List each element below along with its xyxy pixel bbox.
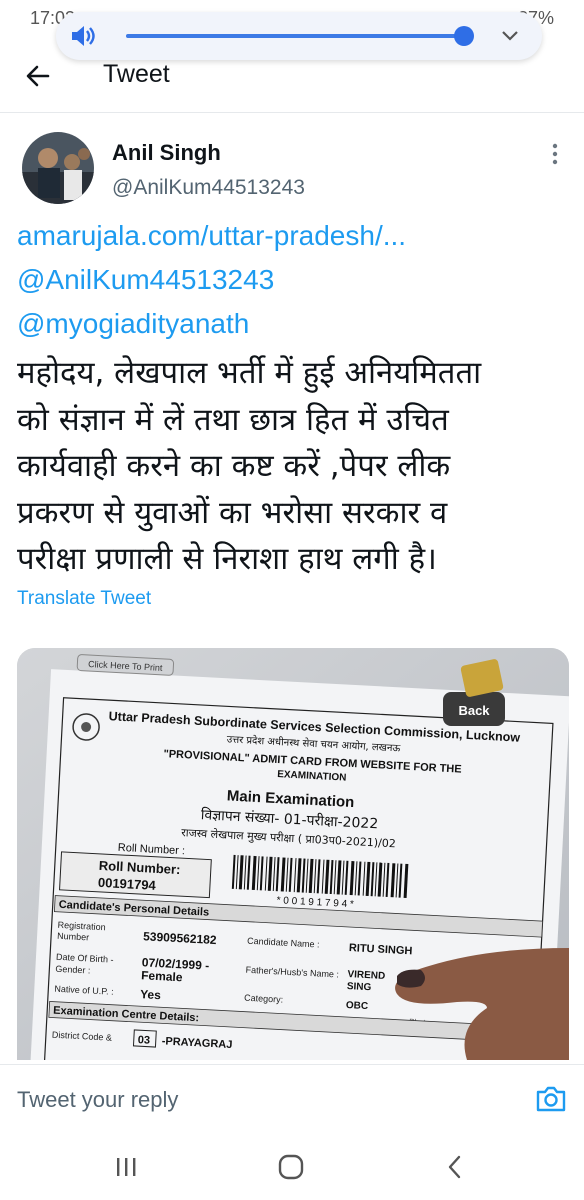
more-options-icon[interactable] <box>549 142 561 166</box>
mention-link[interactable]: @myogiadityanath <box>17 308 249 340</box>
father-name: VIREND <box>347 969 385 982</box>
mention-link[interactable]: @AnilKum44513243 <box>17 264 274 296</box>
tweet-text: महोदय, लेखपाल भर्ती में हुई अनियमितता को… <box>17 350 577 583</box>
native-value: Yes <box>140 987 162 1002</box>
reply-input[interactable]: Tweet your reply <box>17 1087 178 1113</box>
home-icon[interactable] <box>276 1154 306 1180</box>
tweet-text-line: कार्यवाही करने का कष्ट करें ,पेपर लीक <box>17 448 451 484</box>
tweet-text-line: को संज्ञान में लें तथा छात्र हित में उचि… <box>17 401 449 438</box>
gender: Female <box>141 968 183 984</box>
tweet-text-line: परीक्षा प्रणाली से निराशा हाथ लगी है। <box>17 541 437 577</box>
media-volume-panel[interactable] <box>56 12 542 60</box>
back-button-sticker: Back <box>443 692 505 726</box>
system-back-icon[interactable] <box>440 1152 470 1182</box>
roll-number-value: 00191794 <box>98 875 157 893</box>
district-code: 03 <box>137 1034 150 1047</box>
header-divider <box>0 112 584 113</box>
avatar[interactable] <box>22 132 94 204</box>
tweet-text-line: प्रकरण से युवाओं का भरोसा सरकार व <box>17 494 448 531</box>
camera-icon[interactable] <box>534 1083 568 1115</box>
tweet-text-line: महोदय, लेखपाल भर्ती में हुई अनियमितता <box>17 355 482 391</box>
field-label: Gender : <box>55 964 91 976</box>
field-label: Number <box>57 931 89 943</box>
system-navigation-bar <box>0 1134 584 1200</box>
speaker-icon[interactable] <box>70 24 96 48</box>
tweet-link[interactable]: amarujala.com/uttar-pradesh/... <box>17 220 406 252</box>
recent-apps-icon[interactable] <box>112 1154 140 1180</box>
translate-tweet-link[interactable]: Translate Tweet <box>17 588 151 610</box>
volume-slider-track[interactable] <box>126 34 466 38</box>
back-arrow-icon[interactable] <box>22 60 54 92</box>
reply-bar: Tweet your reply <box>0 1064 584 1135</box>
svg-text:Back: Back <box>458 703 490 718</box>
author-handle[interactable]: @AnilKum44513243 <box>112 176 305 200</box>
father-name: SING <box>347 981 372 993</box>
volume-slider-handle[interactable] <box>454 26 474 46</box>
page-title: Tweet <box>103 60 170 88</box>
category-value: OBC <box>346 1000 369 1012</box>
tweet-photo[interactable]: Click Here To Print Uttar Pradesh Subord… <box>17 648 569 1060</box>
chevron-down-icon[interactable] <box>496 22 524 50</box>
field-label: Category: <box>244 993 284 1005</box>
author-name[interactable]: Anil Singh <box>112 140 221 166</box>
